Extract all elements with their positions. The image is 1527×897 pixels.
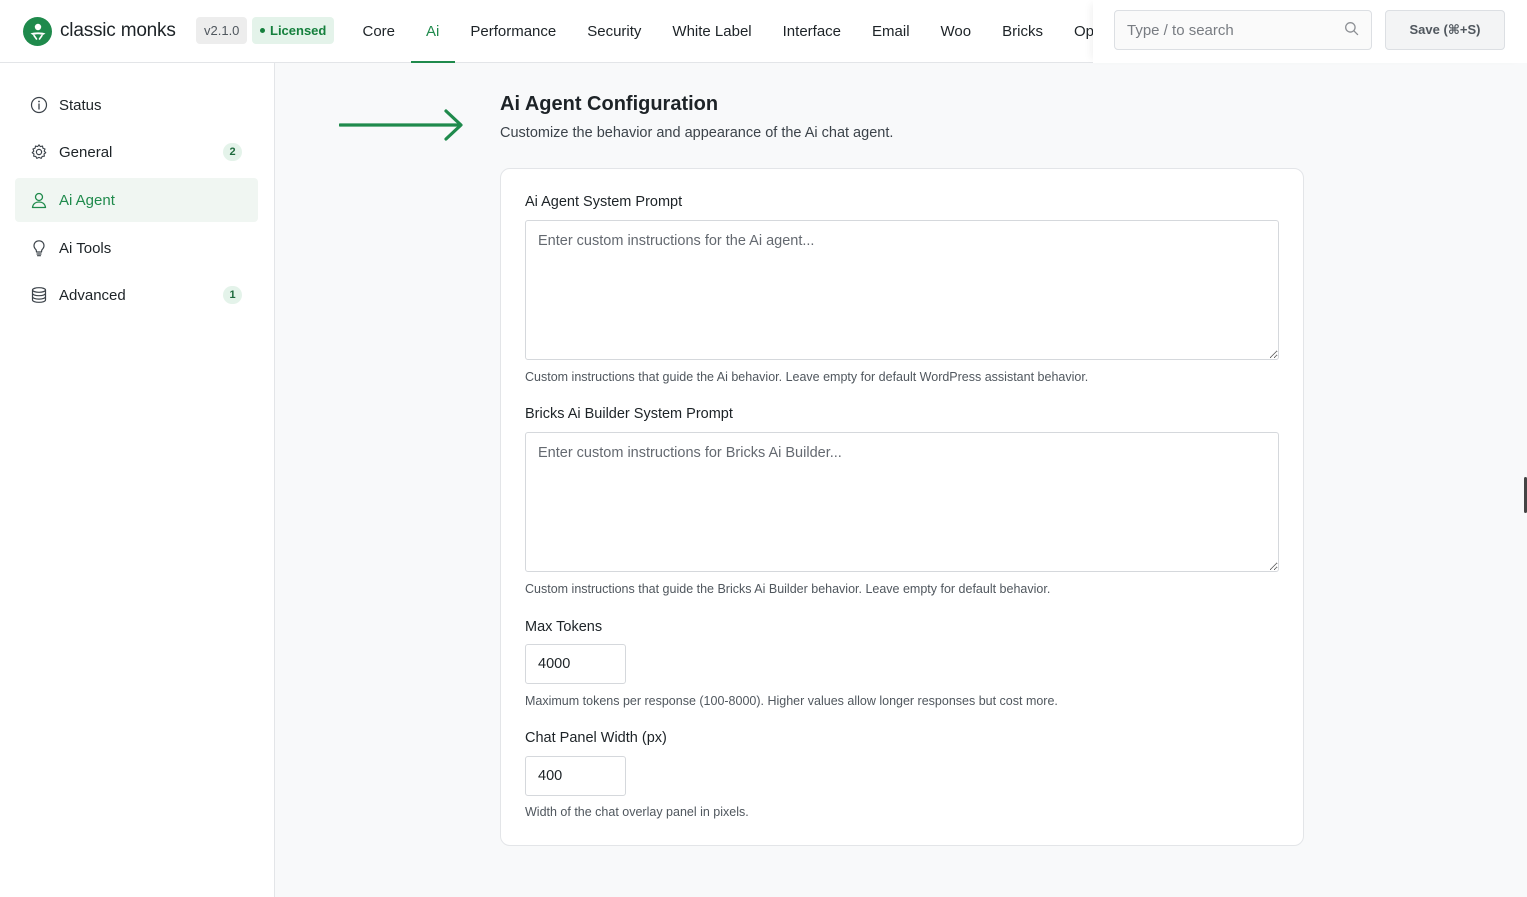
sidebar-item-ai-tools[interactable]: Ai Tools [15, 226, 258, 270]
tab-ai[interactable]: Ai [410, 0, 456, 63]
main-nav-tabs: Core Ai Performance Security White Label… [347, 0, 1093, 63]
sidebar-item-label: Ai Agent [59, 191, 115, 209]
tab-core[interactable]: Core [347, 0, 411, 62]
info-icon [30, 96, 48, 114]
max-tokens-help: Maximum tokens per response (100-8000). … [525, 694, 1058, 708]
sidebar-item-status[interactable]: Status [15, 83, 258, 127]
page-subtitle: Customize the behavior and appearance of… [500, 125, 894, 141]
status-dot-icon [260, 28, 265, 33]
system-prompt-help: Custom instructions that guide the Ai be… [525, 370, 1089, 384]
bricks-prompt-label: Bricks Ai Builder System Prompt [525, 406, 733, 422]
page-title: Ai Agent Configuration [500, 93, 719, 115]
tab-email[interactable]: Email [857, 0, 926, 62]
top-bar: classic monks v2.1.0 Licensed Core Ai Pe… [0, 0, 1527, 63]
gear-icon [30, 143, 48, 161]
count-badge: 1 [223, 286, 242, 304]
tab-optimization[interactable]: Opt [1058, 0, 1093, 62]
panel-width-input[interactable] [525, 756, 626, 796]
sidebar-item-advanced[interactable]: Advanced 1 [15, 273, 258, 317]
user-icon [30, 191, 48, 209]
system-prompt-label: Ai Agent System Prompt [525, 194, 683, 210]
arrow-right-icon [338, 108, 465, 147]
settings-card: Ai Agent System Prompt Custom instructio… [500, 168, 1304, 846]
lightbulb-icon [30, 239, 48, 257]
search-box [1114, 10, 1372, 50]
sidebar-item-label: General [59, 143, 113, 161]
bricks-prompt-textarea[interactable] [525, 432, 1279, 572]
monk-logo-icon [23, 16, 52, 46]
license-status-badge: Licensed [252, 17, 335, 44]
header-actions: Save (⌘+S) [1093, 0, 1527, 63]
search-input[interactable] [1127, 21, 1344, 39]
count-badge: 2 [223, 143, 242, 161]
sidebar: Status General 2 Ai Agent Ai Tools Advan… [0, 63, 275, 897]
sidebar-item-label: Ai Tools [59, 239, 112, 257]
brand-logo[interactable]: classic monks [23, 16, 176, 46]
version-badge: v2.1.0 [196, 17, 248, 44]
max-tokens-label: Max Tokens [525, 619, 603, 635]
panel-width-help: Width of the chat overlay panel in pixel… [525, 805, 749, 819]
tab-bricks[interactable]: Bricks [987, 0, 1059, 62]
panel-width-label: Chat Panel Width (px) [525, 730, 667, 746]
max-tokens-input[interactable] [525, 644, 626, 684]
brand-name: classic monks [60, 20, 176, 41]
tab-interface[interactable]: Interface [767, 0, 856, 62]
sidebar-item-label: Advanced [59, 286, 126, 304]
tab-woo[interactable]: Woo [925, 0, 987, 62]
save-button[interactable]: Save (⌘+S) [1385, 10, 1505, 50]
system-prompt-textarea[interactable] [525, 220, 1279, 360]
sidebar-item-ai-agent[interactable]: Ai Agent [15, 178, 258, 222]
sidebar-item-general[interactable]: General 2 [15, 130, 258, 174]
tab-white-label[interactable]: White Label [657, 0, 767, 62]
database-icon [30, 286, 48, 304]
license-status-label: Licensed [270, 23, 327, 38]
tab-performance[interactable]: Performance [455, 0, 572, 62]
bricks-prompt-help: Custom instructions that guide the Brick… [525, 582, 1051, 596]
search-icon[interactable] [1344, 21, 1359, 40]
sidebar-item-label: Status [59, 96, 102, 114]
tab-security[interactable]: Security [572, 0, 657, 62]
